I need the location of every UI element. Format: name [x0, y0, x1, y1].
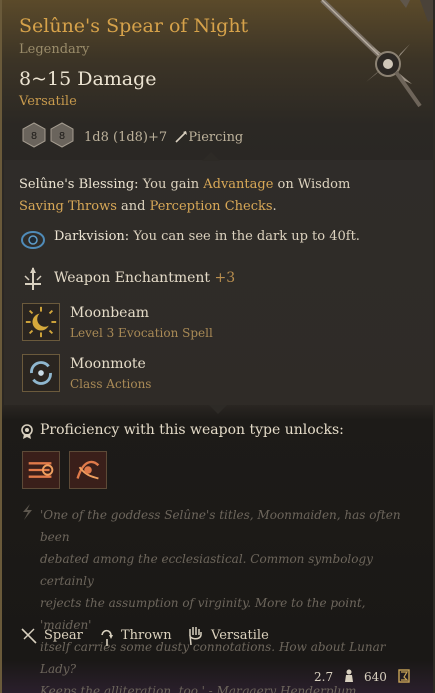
darkvision-line: Darkvision: You can see in the dark up t…	[54, 226, 360, 248]
d8-die-icon: 8	[22, 122, 46, 148]
item-rarity: Legendary	[19, 42, 90, 57]
moonbeam-icon[interactable]	[22, 303, 60, 341]
tag-thrown: Thrown	[121, 628, 172, 643]
tag-versatile: Versatile	[211, 628, 269, 643]
gold-icon	[398, 668, 410, 683]
weapon-action-icon[interactable]	[69, 451, 107, 489]
item-property: Versatile	[19, 94, 77, 109]
item-name: Selûne's Spear of Night	[19, 15, 249, 37]
spell-moonbeam-sub: Level 3 Evocation Spell	[70, 326, 213, 340]
item-tooltip: Selûne's Spear of Night Legendary 8~15 D…	[0, 0, 435, 693]
item-damage: 8~15 Damage	[19, 68, 157, 90]
dice-roll: 1d8 (1d8)+7	[84, 130, 168, 145]
blessing-text-part: and	[121, 199, 146, 214]
darkvision-name: Darkvision:	[54, 229, 130, 244]
moonmote-icon[interactable]	[22, 354, 60, 392]
blessing-text-part: on Wisdom	[277, 177, 351, 192]
versatile-hand-icon	[186, 625, 204, 647]
item-weight: 2.7	[314, 670, 334, 684]
weapon-action-icon[interactable]	[22, 451, 60, 489]
proficiency-label: Proficiency with this weapon type unlock…	[40, 422, 344, 438]
tag-spear: Spear	[44, 628, 83, 643]
die-value: 8	[31, 131, 37, 142]
item-price: 640	[364, 670, 387, 684]
enchantment-line: Weapon Enchantment +3	[54, 270, 235, 286]
spell-moonmote-sub: Class Actions	[70, 377, 152, 391]
blessing-name: Selûne's Blessing:	[19, 177, 139, 192]
quote-line: Keeps the alliteration, too.' - Margaery…	[40, 684, 357, 693]
darkvision-text: You can see in the dark up to 40ft.	[133, 229, 360, 244]
quote-line: debated among the ecclesiastical. Common…	[40, 552, 373, 588]
damage-type: Piercing	[188, 130, 244, 145]
quote-line: 'One of the goddess Selûne's titles, Moo…	[40, 508, 401, 544]
advantage-keyword: Advantage	[203, 177, 274, 192]
spear-icon	[20, 627, 38, 645]
blessing-text: Selûne's Blessing: You gain Advantage on…	[19, 174, 419, 218]
saving-throws-keyword: Saving Throws	[19, 199, 117, 214]
weapon-enchantment-icon	[21, 266, 45, 292]
perception-keyword: Perception Checks	[149, 199, 273, 214]
d8-die-icon: 8	[50, 122, 74, 148]
spell-moonmote-name: Moonmote	[70, 356, 146, 372]
thrown-icon	[99, 627, 115, 647]
enchantment-label: Weapon Enchantment	[54, 270, 211, 286]
die-value: 8	[59, 131, 65, 142]
piercing-icon	[174, 130, 188, 143]
divider-arrow	[209, 405, 227, 414]
dice-formula: 1d8 (1d8)+7 Piercing	[84, 130, 243, 145]
weight-icon	[343, 668, 355, 682]
divider-arrow	[202, 152, 220, 161]
item-lore-quote: 'One of the goddess Selûne's titles, Moo…	[40, 504, 415, 693]
proficiency-icon	[20, 424, 34, 440]
blessing-text-part: You gain	[142, 177, 200, 192]
enchantment-value: +3	[214, 270, 236, 286]
quote-icon	[20, 503, 34, 521]
spear-artwork	[320, 0, 433, 108]
spell-moonbeam-name: Moonbeam	[70, 305, 150, 321]
darkvision-icon	[20, 229, 46, 251]
blessing-text-part: .	[272, 199, 277, 214]
